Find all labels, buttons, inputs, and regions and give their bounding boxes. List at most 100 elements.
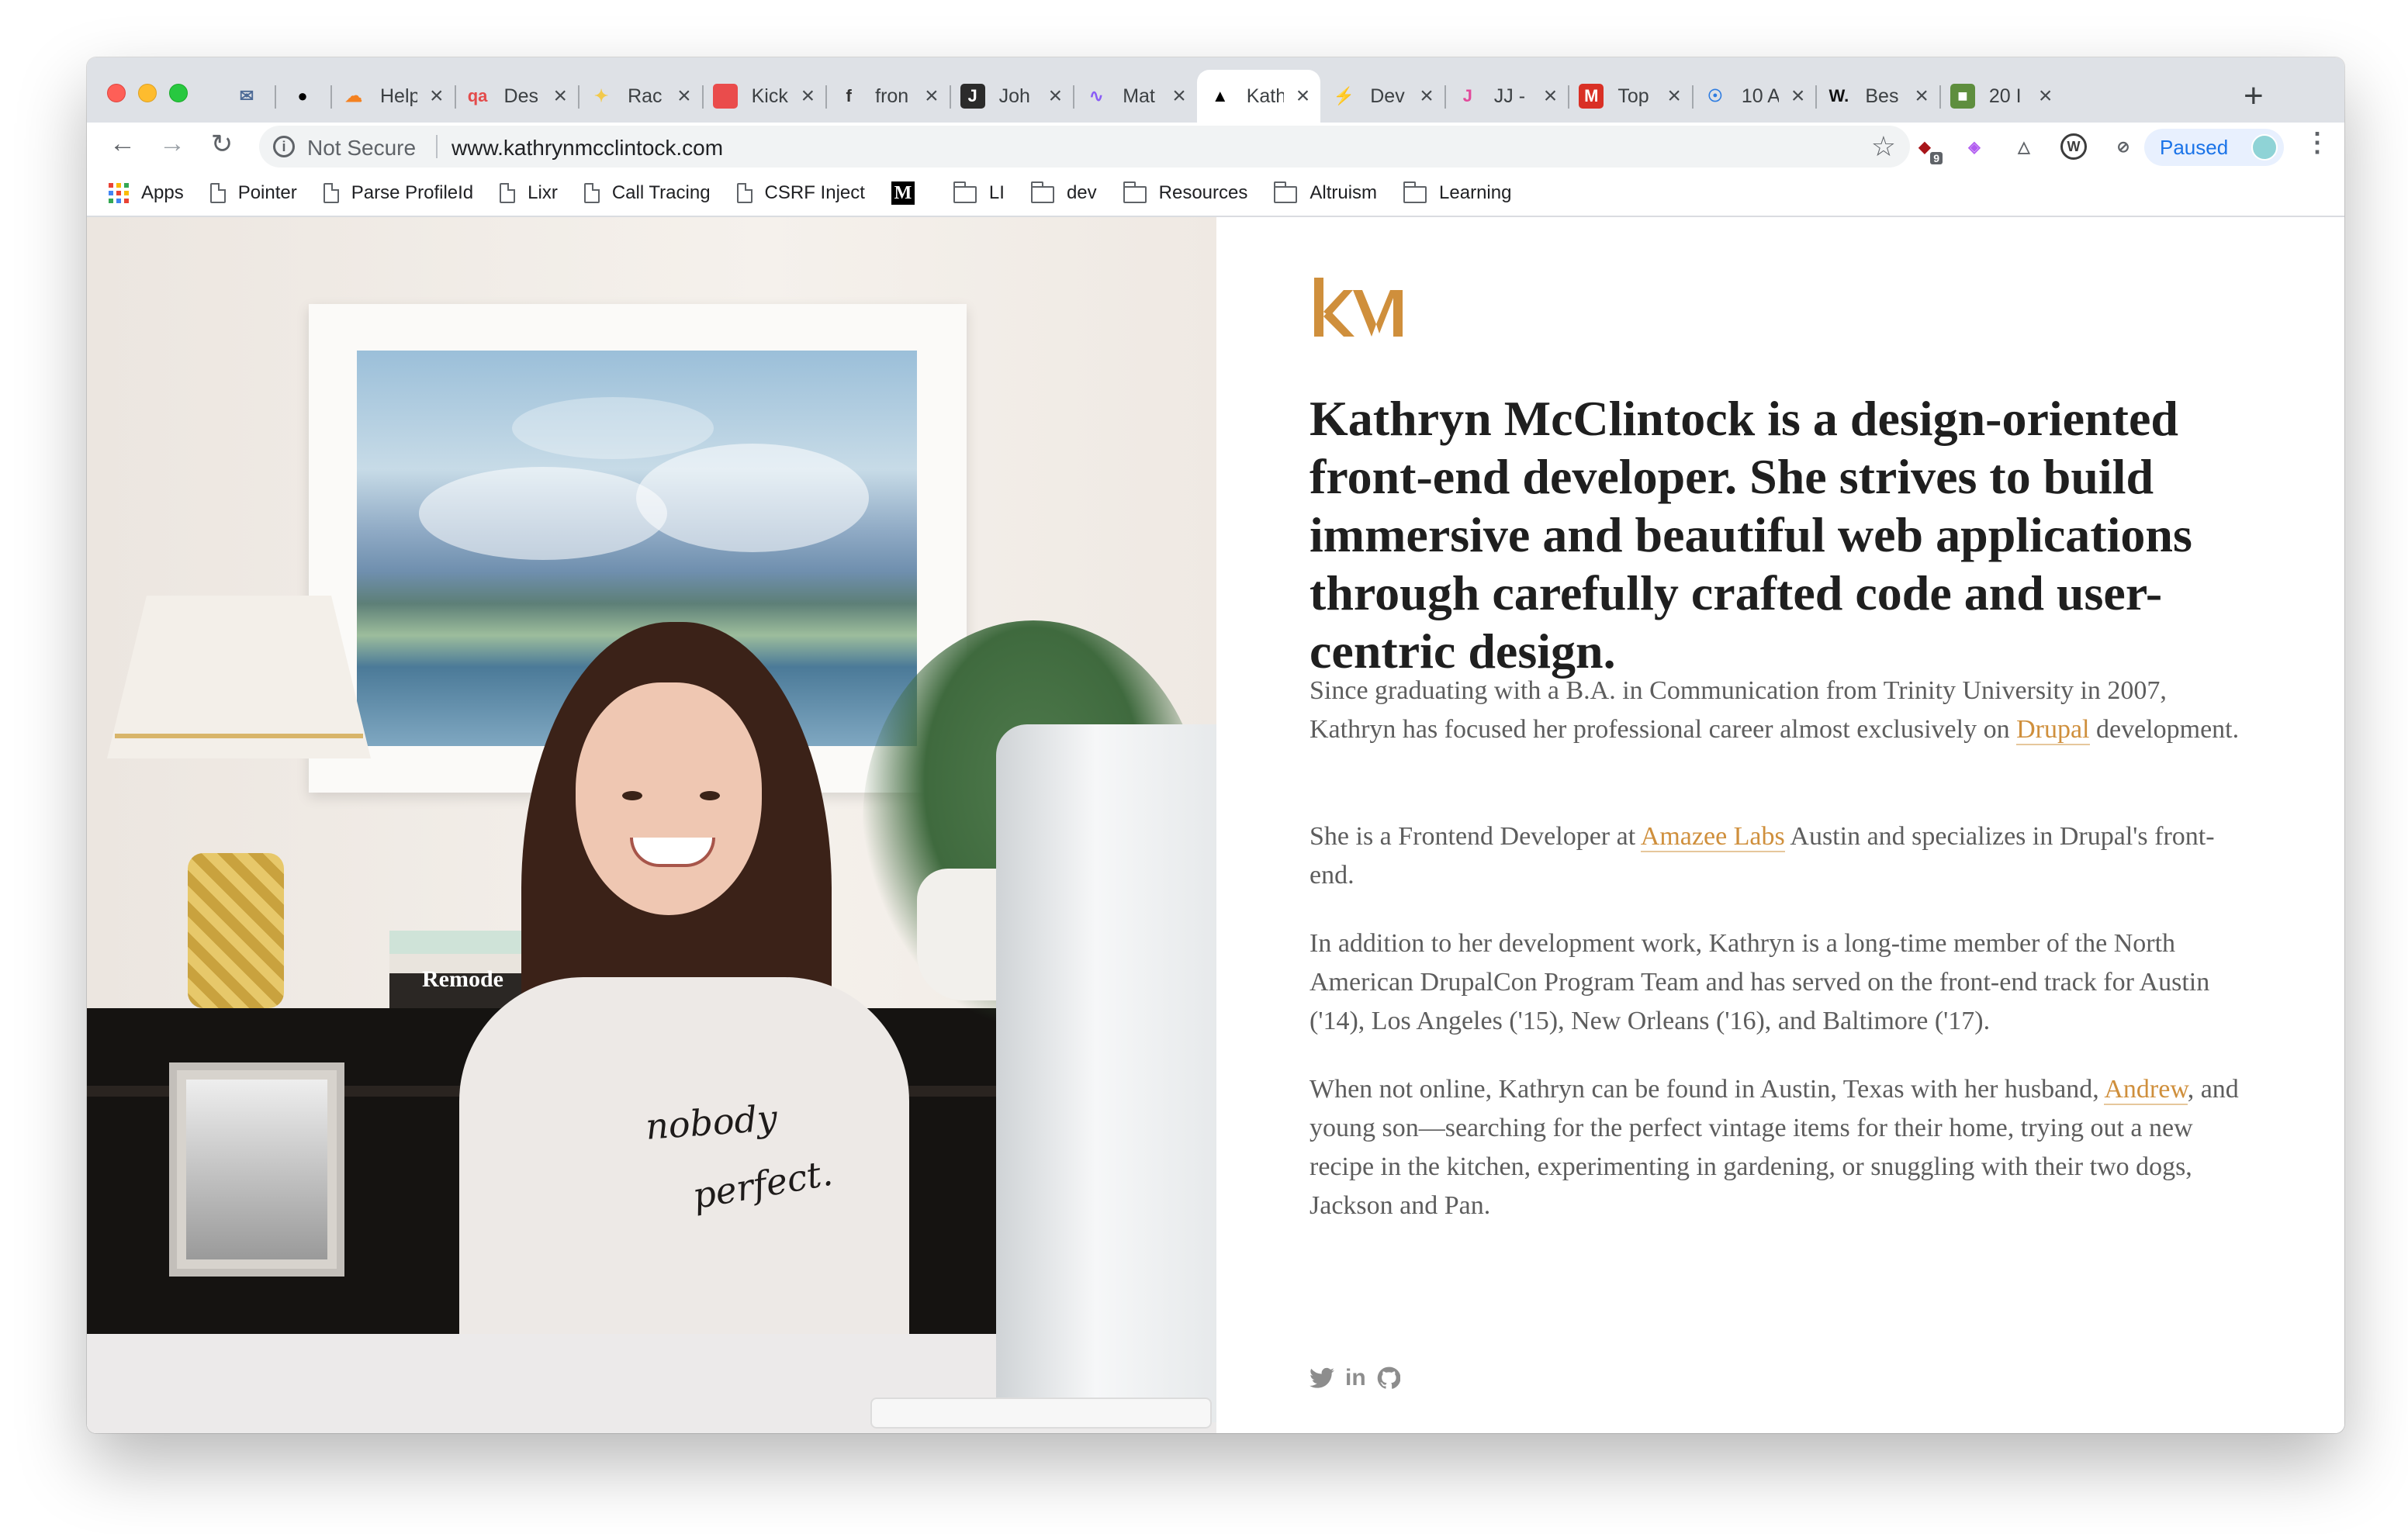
page-icon <box>323 183 339 203</box>
tab-close-icon[interactable]: × <box>554 85 568 108</box>
page-viewport: Remode nobody perfect. Kathryn McClintoc… <box>87 217 2344 1433</box>
f-icon: f <box>846 86 852 105</box>
amazee-labs-link[interactable]: Amazee Labs <box>1640 822 1785 852</box>
tab-close-icon[interactable]: × <box>430 85 444 108</box>
zoom-window-button[interactable] <box>169 84 188 102</box>
tab-6[interactable]: f fron × <box>825 70 950 123</box>
bookmark-star-icon[interactable]: ☆ <box>1871 130 1896 163</box>
tab-close-icon[interactable]: × <box>1296 85 1310 108</box>
pen-icon[interactable]: ◈ <box>1961 133 1988 160</box>
not-secure-label[interactable]: Not Secure <box>307 136 416 161</box>
github-icon: ● <box>297 86 308 105</box>
url-text[interactable]: www.kathrynmcclintock.com <box>452 136 723 161</box>
bookmark-parse-profileid[interactable]: Parse ProfileId <box>323 182 473 204</box>
bookmark-label: Lixr <box>528 182 558 203</box>
jj-icon: J <box>1462 86 1472 105</box>
andrew-link[interactable]: Andrew <box>2104 1075 2188 1105</box>
drupal-link[interactable]: Drupal <box>2016 715 2090 745</box>
tab-2[interactable]: ☁ Help × <box>330 70 455 123</box>
blocked-icon[interactable]: ⊘ <box>2110 133 2136 160</box>
tab-11[interactable]: J JJ - × <box>1444 70 1569 123</box>
tab-title: Top <box>1617 85 1649 107</box>
page-icon <box>736 183 752 203</box>
tab-1[interactable]: ● <box>275 70 330 123</box>
tab-close-icon[interactable]: × <box>677 85 691 108</box>
profile-button[interactable]: Paused <box>2144 129 2284 166</box>
twitter-icon[interactable] <box>1310 1367 1334 1389</box>
tab-close-icon[interactable]: × <box>2039 85 2053 108</box>
back-button[interactable]: ← <box>106 129 140 159</box>
close-window-button[interactable] <box>107 84 126 102</box>
tab-13[interactable]: ☉ 10 A × <box>1691 70 1816 123</box>
bookmark-apps[interactable]: Apps <box>109 182 184 204</box>
tab-title: 10 A <box>1741 85 1779 107</box>
tab-close-icon[interactable]: × <box>1791 85 1805 108</box>
address-bar[interactable]: i Not Secure www.kathrynmcclintock.com ☆ <box>259 126 1910 168</box>
page-icon <box>209 183 226 203</box>
omnibox-separator <box>436 135 438 158</box>
tab-close-icon[interactable]: × <box>1915 85 1929 108</box>
bookmark-label: Pointer <box>237 182 297 203</box>
tab-close-icon[interactable]: × <box>925 85 939 108</box>
tab-close-icon[interactable]: × <box>1049 85 1063 108</box>
more-menu-icon[interactable]: ⋮ <box>2304 127 2330 158</box>
cloudflare-icon: ☁ <box>345 86 362 105</box>
tab-title: 20 I <box>1988 85 2022 107</box>
triangle-outline-icon[interactable]: △ <box>2011 133 2037 160</box>
bookmark-altruism[interactable]: Altruism <box>1274 181 1378 204</box>
tab-4[interactable]: ✦ Rac × <box>578 70 702 123</box>
bookmark-list: Apps Pointer Parse ProfileId Lixr Call Traci… <box>109 171 1538 216</box>
tab-title: Rac <box>628 85 663 107</box>
w-icon: W. <box>1828 86 1849 105</box>
bookmark-resources[interactable]: Resources <box>1123 181 1247 204</box>
linkedin-icon[interactable]: in <box>1345 1365 1366 1391</box>
extension-badge: 9 <box>1930 152 1943 164</box>
browser-toolbar: ← → ↻ i Not Secure www.kathrynmcclintock… <box>87 123 2344 171</box>
tab-12[interactable]: M Top × <box>1568 70 1692 123</box>
tab-9[interactable]: ▲ Kath × <box>1196 70 1321 123</box>
wordpress-icon[interactable]: W <box>2060 133 2087 160</box>
minimize-window-button[interactable] <box>138 84 157 102</box>
bookmark-label: CSRF Inject <box>764 182 865 203</box>
github-icon[interactable] <box>1377 1366 1400 1390</box>
bookmark-label: Altruism <box>1310 182 1378 203</box>
new-tab-button[interactable]: + <box>2244 79 2264 113</box>
tab-close-icon[interactable]: × <box>801 85 815 108</box>
ublock-icon[interactable]: ◆ 9 <box>1912 133 1943 164</box>
tab-14[interactable]: W. Bes × <box>1815 70 1939 123</box>
bolt-icon: ⚡ <box>1333 86 1354 105</box>
bookmark-dev[interactable]: dev <box>1030 181 1097 204</box>
tab-title: Joh <box>998 85 1030 107</box>
tab-close-icon[interactable]: × <box>1172 85 1186 108</box>
wave-icon: ∿ <box>1088 86 1104 105</box>
tab-7[interactable]: J Joh × <box>949 70 1074 123</box>
tab-10[interactable]: ⚡ Dev × <box>1320 70 1444 123</box>
tab-15[interactable]: ■ 20 I × <box>1939 70 2064 123</box>
bookmark-pointer[interactable]: Pointer <box>209 182 297 204</box>
avatar <box>2251 134 2278 161</box>
bookmark-csrf-inject[interactable]: CSRF Inject <box>736 182 865 204</box>
tab-close-icon[interactable]: × <box>1420 85 1434 108</box>
info-icon[interactable]: i <box>273 136 295 157</box>
reload-button[interactable]: ↻ <box>205 129 239 160</box>
bio-content: Kathryn McClintock is a design-oriented … <box>1310 217 2264 1433</box>
tab-strip: ✉ ● ☁ Help × qa Des × ✦ Rac × Kick × f fron × J Joh × ∿ Mat ×… <box>87 57 2344 123</box>
tab-3[interactable]: qa Des × <box>454 70 579 123</box>
tab-title: fron <box>875 85 909 107</box>
tab-close-icon[interactable]: × <box>1544 85 1558 108</box>
tab-8[interactable]: ∿ Mat × <box>1073 70 1197 123</box>
forward-button[interactable]: → <box>155 129 189 159</box>
tab-title: Kath <box>1246 85 1284 107</box>
bookmark-learning[interactable]: Learning <box>1403 181 1511 204</box>
bookmark-li[interactable]: LI <box>953 181 1005 204</box>
tab-title: Kick <box>751 85 788 107</box>
bookmark-lixr[interactable]: Lixr <box>500 182 558 204</box>
tab-0[interactable]: ✉ <box>219 70 275 123</box>
tab-close-icon[interactable]: × <box>1667 85 1681 108</box>
bookmark-call-tracing[interactable]: Call Tracing <box>583 182 711 204</box>
km-logo-icon[interactable] <box>1313 276 1406 338</box>
tab-title: Des <box>503 85 538 107</box>
sparkle-icon: ✦ <box>593 86 609 105</box>
bookmark-medium[interactable]: M <box>891 181 927 205</box>
tab-5[interactable]: Kick × <box>701 70 826 123</box>
